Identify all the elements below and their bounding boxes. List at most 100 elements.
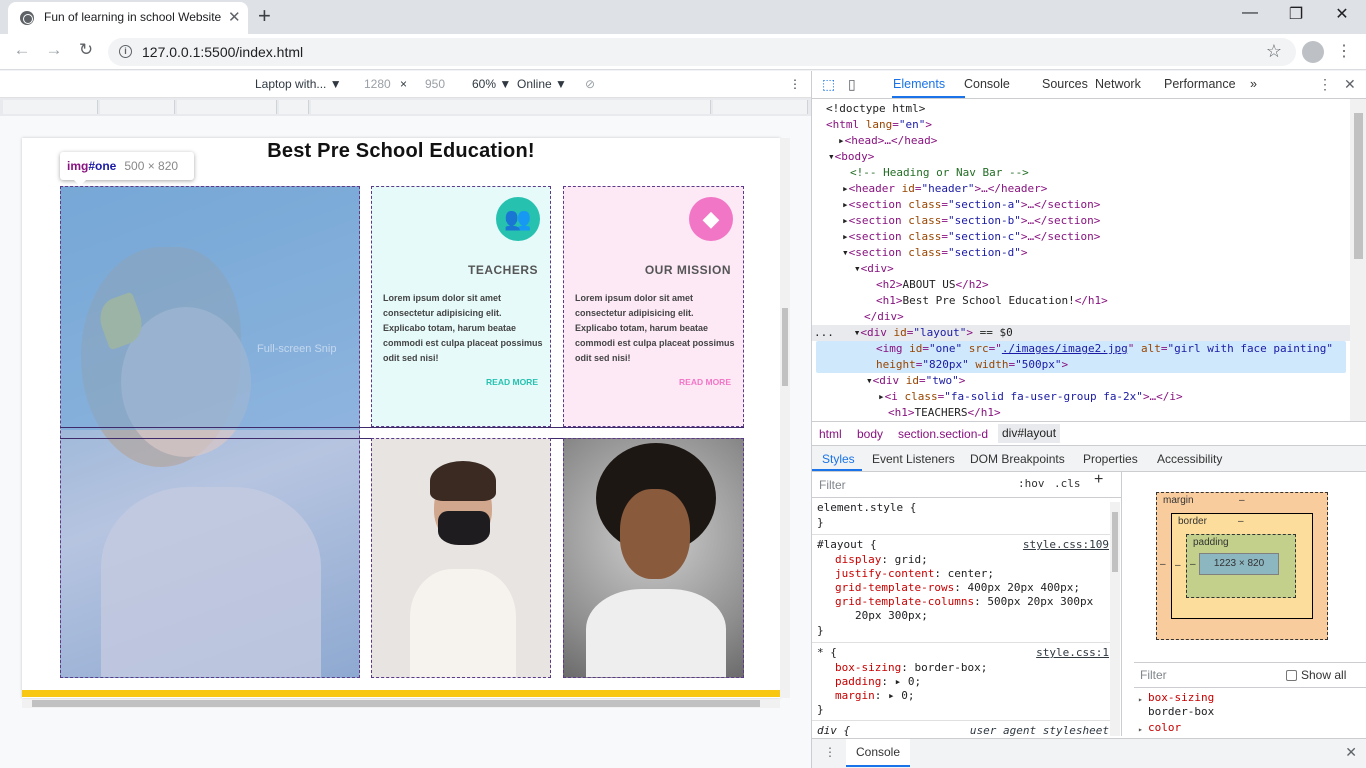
css-property[interactable]: grid-template-rows: 400px 20px 400px; bbox=[835, 581, 1080, 595]
rotate-icon[interactable]: ⊘ bbox=[585, 77, 595, 91]
dom-line[interactable]: height="820px" width="500px"> bbox=[876, 357, 1068, 373]
dom-line[interactable]: ▸<section class="section-c">…</section> bbox=[842, 229, 1100, 245]
height-input[interactable]: 950 bbox=[425, 77, 445, 91]
media-query-ruler[interactable] bbox=[0, 98, 811, 116]
url-text[interactable]: 127.0.0.1:5500/index.html bbox=[142, 44, 303, 60]
dom-line[interactable]: <img id="one" src="./images/image2.jpg" … bbox=[876, 341, 1333, 357]
close-drawer-icon[interactable]: ✕ bbox=[1345, 744, 1357, 761]
styles-filter-input[interactable]: Filter bbox=[819, 478, 846, 492]
device-select[interactable]: Laptop with... ▼ bbox=[255, 77, 342, 91]
scrollbar-thumb[interactable] bbox=[782, 308, 788, 386]
box-model-content[interactable]: 1223 × 820 bbox=[1199, 553, 1279, 575]
devtools-menu-icon[interactable]: ⋮ bbox=[1318, 76, 1332, 93]
inspect-element-icon[interactable]: ⬚ bbox=[822, 76, 835, 93]
css-property[interactable]: grid-template-columns: 500px 20px 300px bbox=[835, 595, 1093, 609]
cls-toggle[interactable]: .cls bbox=[1054, 477, 1081, 491]
rule-source-link[interactable]: style.css:109 bbox=[1023, 538, 1109, 552]
dom-line[interactable]: ▸<i class="fa-solid fa-user-group fa-2x"… bbox=[878, 389, 1183, 405]
read-more-link[interactable]: READ MORE bbox=[486, 377, 538, 387]
reload-icon[interactable]: ↻ bbox=[74, 40, 98, 60]
row-menu-icon[interactable]: ... bbox=[814, 326, 834, 339]
computed-filter-input[interactable]: Filter bbox=[1140, 668, 1167, 682]
ruler-segment[interactable] bbox=[100, 100, 175, 114]
dom-line[interactable]: ▾<div> bbox=[854, 261, 894, 277]
scrollbar-thumb[interactable] bbox=[32, 700, 760, 707]
tab-sources[interactable]: Sources bbox=[1042, 77, 1088, 91]
tab-dom-breakpoints[interactable]: DOM Breakpoints bbox=[970, 452, 1065, 466]
styles-scrollbar[interactable] bbox=[1110, 502, 1120, 736]
rule-source-link[interactable]: style.css:1 bbox=[1036, 646, 1109, 660]
dom-line[interactable]: ▸<head>…</head> bbox=[838, 133, 937, 149]
dom-line[interactable]: <!-- Heading or Nav Bar --> bbox=[850, 165, 1029, 181]
close-tab-icon[interactable]: ✕ bbox=[228, 8, 241, 26]
device-menu-icon[interactable]: ⋮ bbox=[789, 77, 801, 91]
zoom-select[interactable]: 60% ▼ bbox=[472, 77, 511, 91]
dom-tree[interactable]: <!doctype html> <html lang="en"> ▸<head>… bbox=[812, 99, 1350, 421]
ruler-segment[interactable] bbox=[3, 100, 98, 114]
show-all-checkbox[interactable] bbox=[1286, 670, 1297, 681]
dom-line[interactable]: </div> bbox=[864, 309, 904, 325]
dom-line[interactable]: ▸<header id="header">…</header> bbox=[842, 181, 1047, 197]
tab-event-listeners[interactable]: Event Listeners bbox=[872, 452, 955, 466]
dom-line[interactable]: ▸<section class="section-a">…</section> bbox=[842, 197, 1100, 213]
new-tab-button[interactable]: + bbox=[258, 4, 271, 28]
tab-performance[interactable]: Performance bbox=[1164, 77, 1236, 91]
profile-avatar[interactable] bbox=[1302, 41, 1324, 63]
tab-console[interactable]: Console bbox=[964, 77, 1010, 91]
forward-icon[interactable]: → bbox=[42, 40, 66, 60]
ruler-segment[interactable] bbox=[311, 100, 711, 114]
width-input[interactable]: 1280 bbox=[364, 77, 391, 91]
dom-line[interactable]: ▾<body> bbox=[828, 149, 874, 165]
dom-line[interactable]: <html lang="en"> bbox=[826, 117, 932, 133]
ruler-segment[interactable] bbox=[713, 100, 808, 114]
css-property[interactable]: display: grid; bbox=[835, 553, 928, 567]
show-all-label[interactable]: Show all bbox=[1301, 668, 1346, 682]
border-top-value[interactable]: – bbox=[1238, 516, 1244, 527]
ruler-segment[interactable] bbox=[279, 100, 309, 114]
dom-tree-scrollbar[interactable] bbox=[1350, 99, 1366, 421]
boy-portrait-photo[interactable] bbox=[563, 438, 744, 678]
computed-property-name[interactable]: color bbox=[1148, 721, 1181, 735]
back-icon[interactable]: ← bbox=[10, 40, 34, 60]
dom-line[interactable]: <!doctype html> bbox=[826, 101, 925, 117]
drawer-menu-icon[interactable]: ⋮ bbox=[824, 745, 836, 759]
dom-line[interactable]: ▸<section class="section-b">…</section> bbox=[842, 213, 1100, 229]
girl-with-mask-photo[interactable] bbox=[371, 438, 551, 678]
rule-selector[interactable]: div { bbox=[817, 724, 850, 736]
rule-selector[interactable]: element.style { bbox=[817, 501, 916, 515]
browser-menu-icon[interactable]: ⋮ bbox=[1336, 41, 1352, 61]
css-property[interactable]: box-sizing: border-box; bbox=[835, 661, 987, 675]
computed-property-name[interactable]: box-sizing bbox=[1148, 691, 1214, 705]
network-select[interactable]: Online ▼ bbox=[517, 77, 567, 91]
dom-line[interactable]: ▾<div id="two"> bbox=[866, 373, 965, 389]
drawer-tab-console[interactable]: Console bbox=[846, 739, 910, 767]
scrollbar-thumb[interactable] bbox=[1354, 113, 1363, 259]
girl-face-painting-image[interactable]: Full-screen Snip bbox=[60, 186, 360, 678]
address-bar[interactable]: i 127.0.0.1:5500/index.html ☆ bbox=[108, 38, 1296, 66]
scrollbar-thumb[interactable] bbox=[1112, 512, 1118, 572]
tab-styles[interactable]: Styles bbox=[822, 452, 855, 466]
css-property[interactable]: padding: ▸ 0; bbox=[835, 675, 921, 689]
tab-network[interactable]: Network bbox=[1095, 77, 1141, 91]
margin-left-value[interactable]: – bbox=[1160, 559, 1166, 570]
close-devtools-icon[interactable]: ✕ bbox=[1344, 76, 1356, 93]
breadcrumb-html[interactable]: html bbox=[819, 427, 842, 441]
dom-line[interactable]: <h1>Best Pre School Education!</h1> bbox=[876, 293, 1108, 309]
breadcrumb-layout[interactable]: div#layout bbox=[998, 424, 1061, 443]
border-left-value[interactable]: – bbox=[1175, 560, 1181, 571]
margin-top-value[interactable]: – bbox=[1239, 495, 1245, 506]
dom-line[interactable]: <h1>TEACHERS</h1> bbox=[888, 405, 1001, 421]
padding-left-value[interactable]: – bbox=[1190, 559, 1196, 570]
dom-line[interactable]: ▾<section class="section-d"> bbox=[842, 245, 1027, 261]
tab-properties[interactable]: Properties bbox=[1083, 452, 1138, 466]
box-model-padding[interactable]: padding – 1223 × 820 bbox=[1186, 534, 1296, 598]
box-model-border[interactable]: border – – padding – 1223 × 820 bbox=[1171, 513, 1313, 619]
tab-accessibility[interactable]: Accessibility bbox=[1157, 452, 1222, 466]
css-property[interactable]: margin: ▸ 0; bbox=[835, 689, 915, 703]
tab-elements[interactable]: Elements bbox=[893, 77, 945, 91]
css-property[interactable]: justify-content: center; bbox=[835, 567, 994, 581]
vertical-scrollbar[interactable] bbox=[780, 138, 790, 698]
more-tabs-icon[interactable]: » bbox=[1250, 77, 1257, 91]
box-model-margin[interactable]: margin – – border – – padding – 1223 × 8… bbox=[1156, 492, 1328, 640]
horizontal-scrollbar[interactable] bbox=[22, 699, 780, 708]
